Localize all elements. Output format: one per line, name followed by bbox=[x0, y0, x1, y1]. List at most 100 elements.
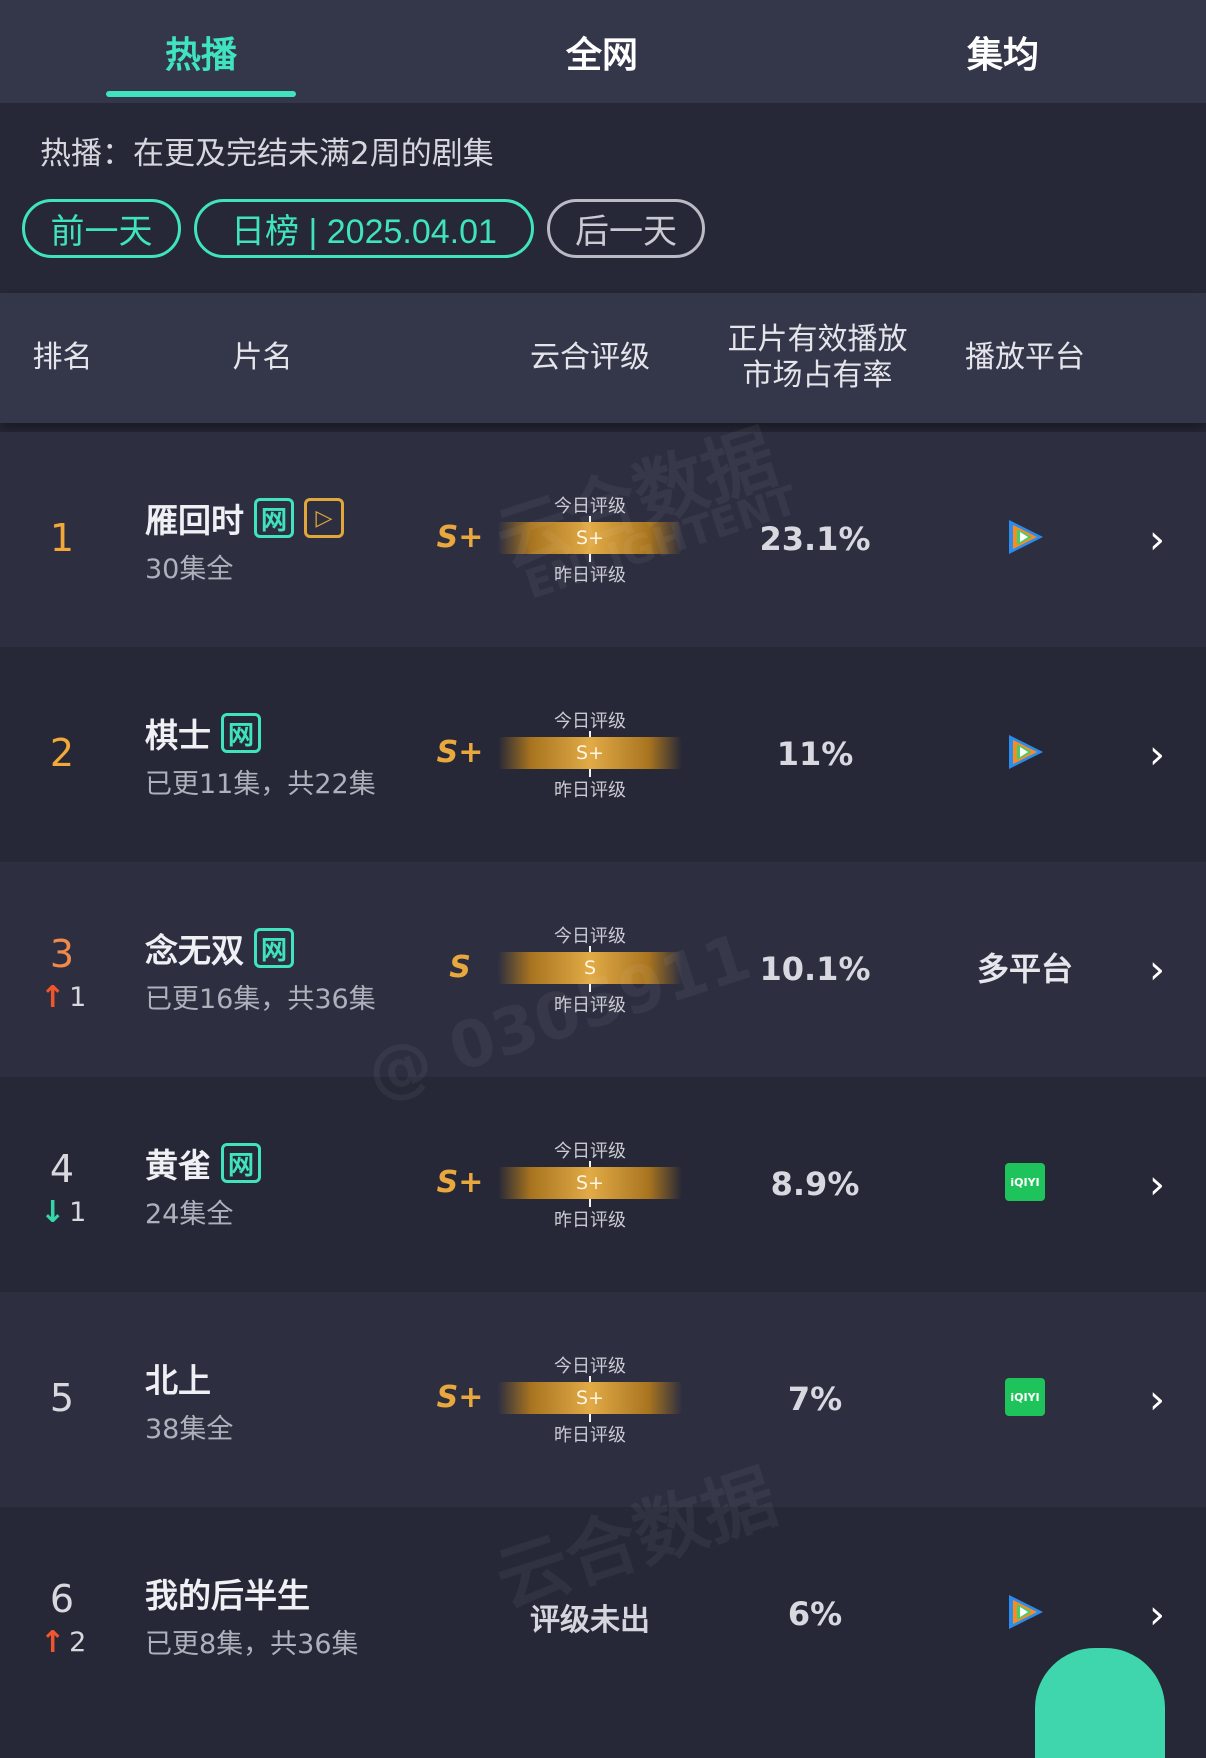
row-detail-chevron-icon[interactable]: › bbox=[1145, 517, 1169, 563]
grade-bar: S+ bbox=[498, 522, 682, 554]
column-header-grade: 云合评级 bbox=[530, 340, 650, 375]
grade-value: S+ bbox=[436, 1380, 484, 1415]
yesterday-grade-label: 昨日评级 bbox=[554, 565, 626, 586]
market-share-value: 6% bbox=[787, 1595, 843, 1633]
today-grade-label: 今日评级 bbox=[554, 711, 626, 732]
grade-bar: S+ bbox=[498, 1167, 682, 1199]
market-share-value: 7% bbox=[787, 1380, 843, 1418]
rank-up-arrow-icon: ↑ bbox=[40, 1625, 66, 1660]
drama-title-text: 棋士 bbox=[145, 716, 211, 755]
rank-number: 5 bbox=[49, 1376, 75, 1420]
rank-number: 1 bbox=[49, 516, 75, 560]
yesterday-grade-label: 昨日评级 bbox=[554, 1210, 626, 1231]
row-detail-chevron-icon[interactable]: › bbox=[1145, 732, 1169, 778]
platform-cell: iQIYI bbox=[940, 1372, 1110, 1422]
premium-play-icon: ▷ bbox=[304, 498, 344, 538]
tencent-video-icon bbox=[1009, 735, 1043, 769]
row-detail-chevron-icon[interactable]: › bbox=[1145, 1162, 1169, 1208]
rank-number: 3 bbox=[49, 932, 75, 976]
today-grade-label: 今日评级 bbox=[554, 926, 626, 947]
tab-hot[interactable]: 热播 bbox=[71, 0, 331, 103]
platform-cell bbox=[940, 512, 1110, 562]
grade-pending-text: 评级未出 bbox=[530, 1603, 650, 1638]
platform-multi-text: 多平台 bbox=[976, 950, 1073, 988]
episode-status: 30集全 bbox=[145, 554, 234, 585]
table-row[interactable]: 2 棋士 网 已更11集，共22集 S+ 今日评级 S+ 昨日评级 11% › bbox=[0, 647, 1206, 862]
grade-indicator: 今日评级 S+ 昨日评级 bbox=[498, 1352, 682, 1446]
grade-value: S+ bbox=[436, 520, 484, 555]
today-grade-label: 今日评级 bbox=[554, 1356, 626, 1377]
prev-day-button[interactable]: 前一天 bbox=[22, 199, 181, 258]
drama-title-text: 念无双 bbox=[145, 931, 244, 970]
platform-cell bbox=[940, 1587, 1110, 1637]
tab-all-network[interactable]: 全网 bbox=[472, 0, 732, 103]
rank-change: ↑ 1 bbox=[40, 980, 100, 1015]
tencent-video-icon bbox=[1009, 520, 1043, 554]
top-tab-bar: 热播 全网 集均 bbox=[0, 0, 1206, 103]
iqiyi-icon: iQIYI bbox=[1005, 1378, 1045, 1416]
yesterday-grade-label: 昨日评级 bbox=[554, 995, 626, 1016]
drama-title: 念无双 网 bbox=[145, 924, 294, 972]
active-tab-indicator bbox=[106, 91, 296, 97]
drama-title: 我的后半生 bbox=[145, 1569, 310, 1617]
grade-bar: S+ bbox=[498, 1382, 682, 1414]
tencent-video-icon bbox=[1009, 1595, 1043, 1629]
rank-change: ↓ 1 bbox=[40, 1195, 100, 1230]
rank-change: ↑ 2 bbox=[40, 1625, 100, 1660]
drama-title: 北上 bbox=[145, 1354, 211, 1402]
network-tag: 网 bbox=[221, 713, 261, 753]
today-grade-label: 今日评级 bbox=[554, 496, 626, 517]
drama-title-text: 北上 bbox=[145, 1361, 211, 1400]
episode-status: 38集全 bbox=[145, 1414, 234, 1445]
rank-down-arrow-icon: ↓ bbox=[40, 1195, 66, 1230]
grade-indicator: 今日评级 S+ 昨日评级 bbox=[498, 492, 682, 586]
rank-number: 6 bbox=[49, 1577, 75, 1621]
iqiyi-icon: iQIYI bbox=[1005, 1163, 1045, 1201]
drama-title-text: 雁回时 bbox=[145, 501, 244, 540]
table-row[interactable]: 4 ↓ 1 黄雀 网 24集全 S+ 今日评级 S+ 昨日评级 8.9% iQI… bbox=[0, 1077, 1206, 1292]
platform-cell: iQIYI bbox=[940, 1157, 1110, 1207]
table-row[interactable]: 1 雁回时 网 ▷ 30集全 S+ 今日评级 S+ 昨日评级 23.1% › bbox=[0, 432, 1206, 647]
grade-bar: S bbox=[498, 952, 682, 984]
floating-action-button[interactable] bbox=[1035, 1648, 1165, 1758]
market-share-value: 8.9% bbox=[770, 1165, 860, 1203]
column-header-market-share-line2: 市场占有率 bbox=[742, 358, 893, 393]
drama-title: 黄雀 网 bbox=[145, 1139, 261, 1187]
drama-title-text: 黄雀 bbox=[145, 1146, 211, 1185]
column-header-platform: 播放平台 bbox=[965, 340, 1085, 375]
market-share-value: 23.1% bbox=[759, 520, 871, 558]
table-row[interactable]: 5 北上 38集全 S+ 今日评级 S+ 昨日评级 7% iQIYI › bbox=[0, 1292, 1206, 1507]
list-description: 热播：在更及完结未满2周的剧集 bbox=[40, 136, 494, 172]
row-detail-chevron-icon[interactable]: › bbox=[1145, 1377, 1169, 1423]
rank-change-value: 1 bbox=[69, 1197, 87, 1228]
row-detail-chevron-icon[interactable]: › bbox=[1145, 1592, 1169, 1638]
table-row[interactable]: 6 ↑ 2 我的后半生 已更8集，共36集 评级未出 6% › bbox=[0, 1507, 1206, 1717]
date-selector-button[interactable]: 日榜 | 2025.04.01 bbox=[194, 199, 534, 258]
grade-indicator: 今日评级 S+ 昨日评级 bbox=[498, 1137, 682, 1231]
market-share-value: 11% bbox=[776, 735, 854, 773]
column-header-title: 片名 bbox=[232, 340, 293, 375]
grade-indicator: 今日评级 S+ 昨日评级 bbox=[498, 707, 682, 801]
grade-value: S bbox=[449, 950, 471, 985]
episode-status: 已更16集，共36集 bbox=[145, 984, 376, 1015]
drama-title: 棋士 网 bbox=[145, 709, 261, 757]
table-header: 排名 片名 云合评级 正片有效播放 市场占有率 播放平台 bbox=[0, 293, 1206, 423]
yesterday-grade-label: 昨日评级 bbox=[554, 780, 626, 801]
platform-cell bbox=[940, 727, 1110, 777]
network-tag: 网 bbox=[221, 1143, 261, 1183]
next-day-button[interactable]: 后一天 bbox=[547, 199, 705, 258]
table-row[interactable]: 3 ↑ 1 念无双 网 已更16集，共36集 S 今日评级 S 昨日评级 10.… bbox=[0, 862, 1206, 1077]
row-detail-chevron-icon[interactable]: › bbox=[1145, 947, 1169, 993]
tab-episode-average[interactable]: 集均 bbox=[873, 0, 1133, 103]
column-header-market-share: 正片有效播放 市场占有率 bbox=[705, 293, 930, 423]
episode-status: 已更8集，共36集 bbox=[145, 1629, 359, 1660]
rank-up-arrow-icon: ↑ bbox=[40, 980, 66, 1015]
drama-title: 雁回时 网 ▷ bbox=[145, 494, 344, 542]
column-header-rank: 排名 bbox=[32, 340, 93, 375]
today-grade-label: 今日评级 bbox=[554, 1141, 626, 1162]
grade-value: S+ bbox=[436, 735, 484, 770]
episode-status: 24集全 bbox=[145, 1199, 234, 1230]
network-tag: 网 bbox=[254, 498, 294, 538]
rank-number: 2 bbox=[49, 731, 75, 775]
market-share-value: 10.1% bbox=[759, 950, 871, 988]
